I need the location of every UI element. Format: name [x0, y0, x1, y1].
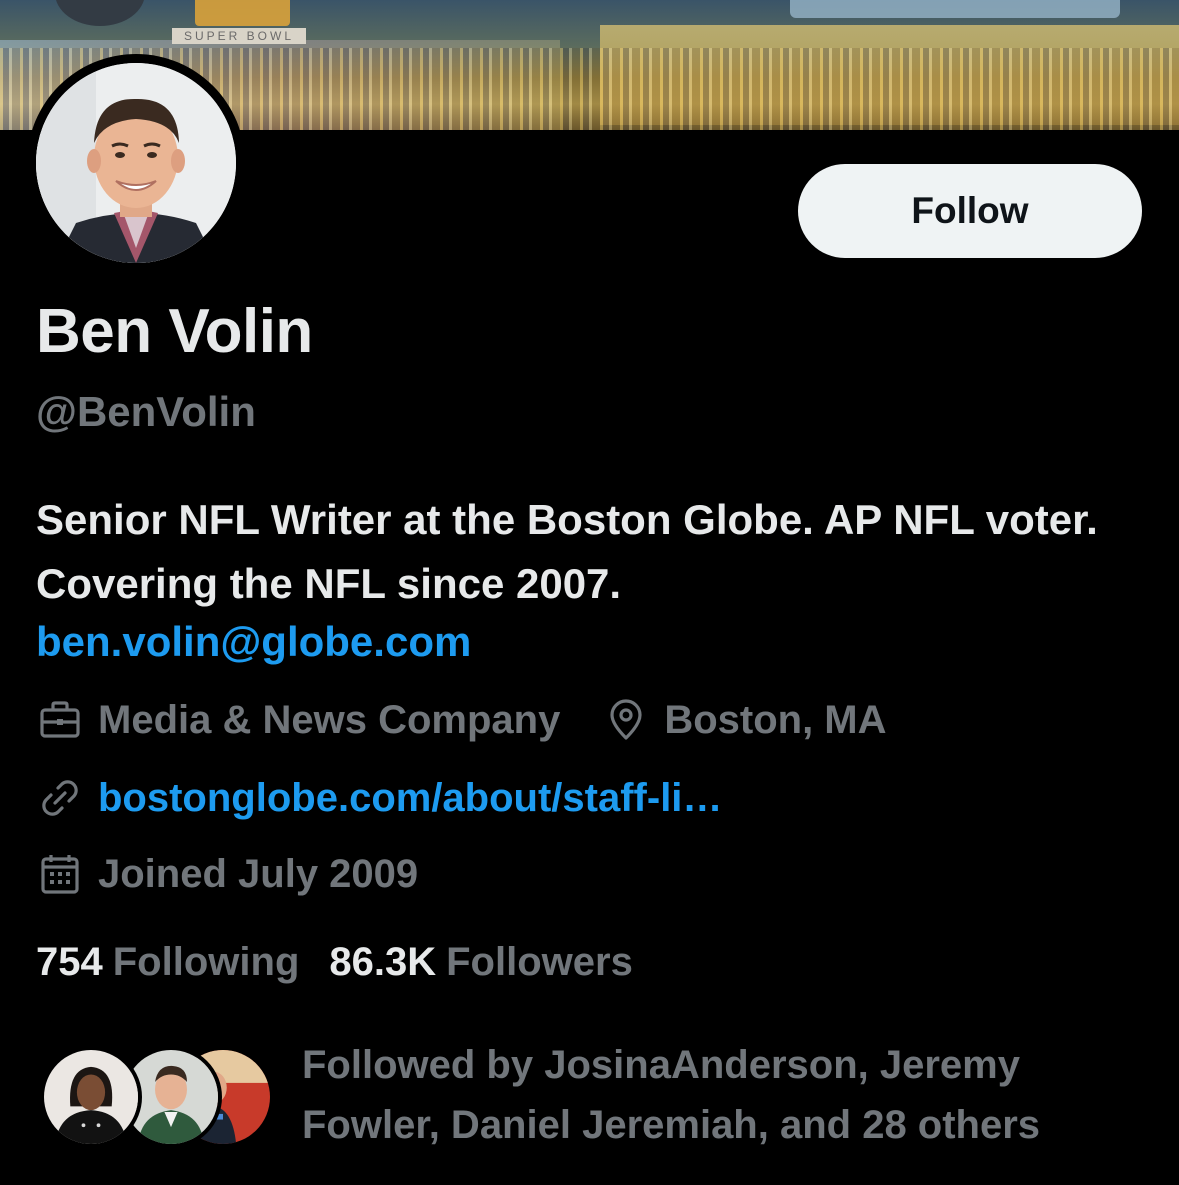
- profile-page: SUPER BOWL Follow Ben Volin @BenVolin Se…: [0, 0, 1179, 1185]
- avatar-portrait: [36, 63, 236, 263]
- profile-meta-row: Media & News Company Boston, MA: [36, 696, 887, 744]
- calendar-icon: [36, 850, 84, 898]
- following-label[interactable]: Following: [113, 940, 300, 985]
- followed-by-text[interactable]: Followed by JosinaAnderson, Jeremy Fowle…: [302, 1035, 1152, 1155]
- profile-location: Boston, MA: [602, 696, 887, 744]
- follow-button[interactable]: Follow: [798, 164, 1142, 258]
- website-link[interactable]: bostonglobe.com/about/staff-li…: [98, 776, 722, 821]
- followed-by-avatars[interactable]: [40, 1046, 280, 1148]
- followers-count[interactable]: 86.3K: [329, 940, 436, 985]
- follower-avatar: [40, 1046, 142, 1148]
- followers-label[interactable]: Followers: [446, 940, 633, 985]
- profile-joined-row: Joined July 2009: [36, 850, 418, 898]
- location-pin-icon: [602, 696, 650, 744]
- link-icon: [36, 774, 84, 822]
- category-label: Media & News Company: [98, 697, 561, 742]
- banner-sign-text: SUPER BOWL: [172, 28, 307, 44]
- profile-category: Media & News Company: [36, 696, 560, 744]
- bio-email-link[interactable]: ben.volin@globe.com: [36, 618, 471, 666]
- following-count[interactable]: 754: [36, 940, 103, 985]
- profile-handle: @BenVolin: [36, 388, 256, 435]
- profile-name: Ben Volin: [36, 297, 313, 366]
- profile-avatar[interactable]: [36, 63, 236, 263]
- location-label: Boston, MA: [664, 697, 887, 742]
- profile-stats: 754 Following 86.3K Followers: [36, 940, 633, 985]
- profile-website-row: bostonglobe.com/about/staff-li…: [36, 774, 722, 822]
- briefcase-icon: [36, 696, 84, 744]
- profile-bio: Senior NFL Writer at the Boston Globe. A…: [36, 496, 1098, 607]
- joined-label: Joined July 2009: [98, 851, 419, 896]
